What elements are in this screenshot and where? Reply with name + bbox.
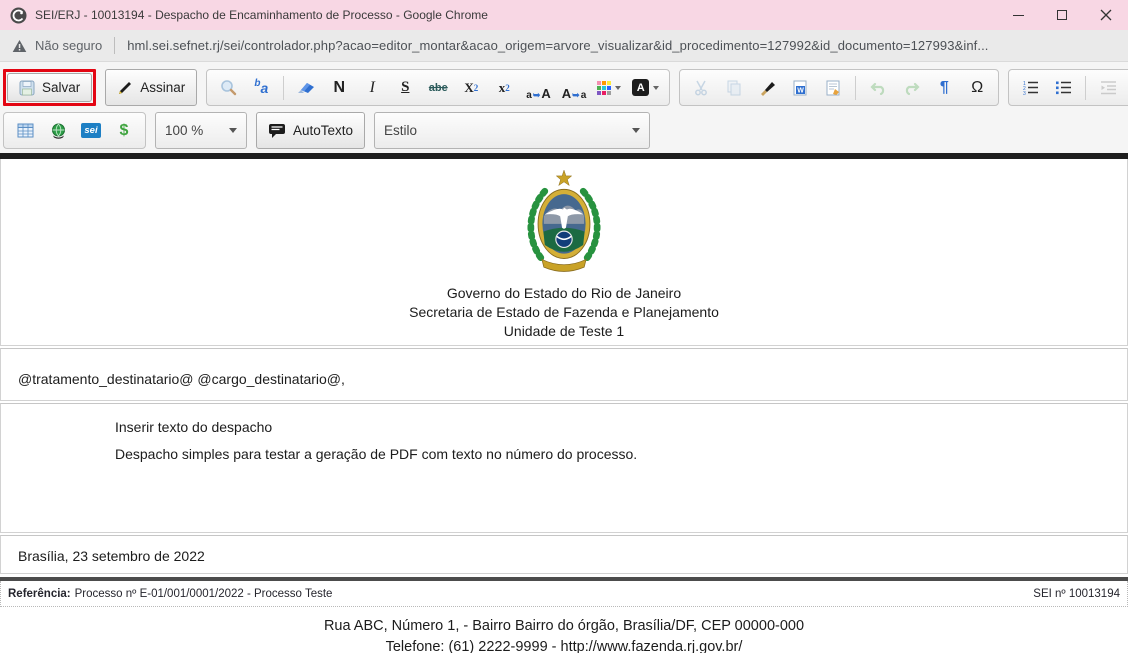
- paste-text-icon[interactable]: [822, 75, 844, 101]
- underline-button[interactable]: S: [394, 75, 416, 101]
- maximize-icon: [1057, 10, 1067, 20]
- save-annotation-box: Salvar: [3, 69, 96, 106]
- document-header-section[interactable]: Governo do Estado do Rio de Janeiro Secr…: [0, 159, 1128, 346]
- autotext-button[interactable]: AutoTexto: [256, 112, 365, 149]
- floppy-disk-icon: [19, 80, 35, 96]
- window-titlebar: SEI/ERJ - 10013194 - Despacho de Encamin…: [0, 0, 1128, 30]
- spellcheck-icon[interactable]: ba: [250, 75, 272, 101]
- date-section[interactable]: Brasília, 23 setembro de 2022: [0, 535, 1128, 574]
- numbered-list-icon[interactable]: 1 2 3: [1019, 75, 1041, 101]
- special-character-button[interactable]: Ω: [966, 75, 988, 101]
- save-label: Salvar: [42, 80, 80, 95]
- zoom-level-value: 100 %: [165, 123, 203, 138]
- not-secure-warning-icon: [12, 39, 27, 53]
- document-editor: Governo do Estado do Rio de Janeiro Secr…: [0, 159, 1128, 653]
- outdent-icon[interactable]: [1097, 75, 1119, 101]
- header-line-secretariat: Secretaria de Estado de Fazenda e Planej…: [1, 303, 1127, 322]
- currency-icon[interactable]: $: [113, 118, 135, 144]
- format-group: ba N I S abe X2 x2 a➥A A➥a: [206, 69, 670, 106]
- recipient-section[interactable]: @tratamento_destinatario@ @cargo_destina…: [0, 348, 1128, 401]
- bulleted-list-icon[interactable]: [1052, 75, 1074, 101]
- close-button[interactable]: [1084, 0, 1128, 30]
- strikethrough-button[interactable]: abe: [427, 75, 449, 101]
- chevron-down-icon: [229, 128, 237, 133]
- date-text: Brasília, 23 setembro de 2022: [18, 548, 205, 564]
- url-text[interactable]: hml.sei.sefnet.rj/sei/controlador.php?ac…: [127, 38, 988, 53]
- toolbar-divider: [283, 76, 284, 100]
- toolbar-divider: [1085, 76, 1086, 100]
- svg-text:3: 3: [1023, 91, 1026, 95]
- chevron-down-icon: [653, 86, 659, 90]
- sei-favicon: [10, 7, 27, 24]
- format-painter-icon[interactable]: [756, 75, 778, 101]
- autotext-label: AutoTexto: [293, 123, 353, 138]
- background-color-icon: A: [632, 79, 649, 96]
- window-title: SEI/ERJ - 10013194 - Despacho de Encamin…: [35, 8, 996, 22]
- body-section[interactable]: Inserir texto do despacho Despacho simpl…: [0, 403, 1128, 533]
- insert-link-globe-icon[interactable]: [47, 118, 69, 144]
- uppercase-button[interactable]: a➥A: [526, 75, 551, 101]
- address-bar[interactable]: Não seguro hml.sei.sefnet.rj/sei/control…: [0, 30, 1128, 62]
- clipboard-group: W ¶ Ω: [679, 69, 999, 106]
- chevron-down-icon: [615, 86, 621, 90]
- reference-label: Referência:: [8, 588, 71, 600]
- background-color-button[interactable]: A: [632, 75, 659, 101]
- footer-address-line: Rua ABC, Número 1, - Bairro Bairro do ór…: [0, 616, 1128, 637]
- minimize-button[interactable]: [996, 0, 1040, 30]
- sei-link-icon[interactable]: sei: [80, 118, 102, 144]
- minimize-icon: [1013, 15, 1024, 16]
- body-paragraph: Inserir texto do despacho: [115, 419, 1127, 435]
- toolbar-row-2: sei $ 100 % AutoTexto Estilo: [3, 112, 1125, 149]
- zoom-level-select[interactable]: 100 %: [155, 112, 247, 149]
- lowercase-button[interactable]: A➥a: [562, 75, 587, 101]
- text-color-button[interactable]: [597, 75, 621, 101]
- pen-icon: [117, 80, 133, 96]
- security-label[interactable]: Não seguro: [35, 38, 102, 53]
- list-group: 1 2 3: [1008, 69, 1128, 106]
- paste-from-word-icon[interactable]: W: [789, 75, 811, 101]
- color-grid-icon: [597, 81, 611, 95]
- insert-table-icon[interactable]: [14, 118, 36, 144]
- save-button[interactable]: Salvar: [7, 73, 92, 102]
- undo-icon[interactable]: [867, 75, 889, 101]
- copy-icon[interactable]: [723, 75, 745, 101]
- footer-phone-line: Telefone: (61) 2222-9999 - http://www.fa…: [0, 637, 1128, 653]
- paragraph-marks-button[interactable]: ¶: [933, 75, 955, 101]
- reference-value: Processo nº E-01/001/0001/2022 - Process…: [75, 588, 333, 600]
- reference-section[interactable]: Referência: Processo nº E-01/001/0001/202…: [0, 581, 1128, 607]
- svg-text:W: W: [797, 87, 804, 94]
- redo-icon[interactable]: [900, 75, 922, 101]
- eraser-icon[interactable]: [295, 75, 317, 101]
- header-line-unit: Unidade de Teste 1: [1, 322, 1127, 341]
- sign-button[interactable]: Assinar: [105, 69, 197, 106]
- recipient-text: @tratamento_destinatario@ @cargo_destina…: [18, 371, 345, 387]
- reference-left: Referência: Processo nº E-01/001/0001/202…: [8, 588, 332, 600]
- editor-toolbar: Salvar Assinar ba: [0, 62, 1128, 153]
- superscript-button[interactable]: x2: [493, 75, 515, 101]
- chevron-down-icon: [632, 128, 640, 133]
- bold-button[interactable]: N: [328, 75, 350, 101]
- cut-icon[interactable]: [690, 75, 712, 101]
- toolbar-row-1: Salvar Assinar ba: [3, 69, 1125, 106]
- body-paragraph: Despacho simples para testar a geração d…: [115, 446, 1127, 462]
- close-icon: [1100, 9, 1112, 21]
- zoom-search-icon[interactable]: [217, 75, 239, 101]
- rio-de-janeiro-coat-of-arms: [516, 168, 612, 276]
- toolbar-divider: [855, 76, 856, 100]
- subscript-button[interactable]: X2: [460, 75, 482, 101]
- sei-number: SEI nº 10013194: [1033, 588, 1120, 600]
- footer-address-section[interactable]: Rua ABC, Número 1, - Bairro Bairro do ór…: [0, 609, 1128, 653]
- style-value: Estilo: [384, 123, 417, 138]
- autotext-bubble-icon: [268, 123, 286, 138]
- insert-group: sei $: [3, 112, 146, 149]
- italic-button[interactable]: I: [361, 75, 383, 101]
- maximize-button[interactable]: [1040, 0, 1084, 30]
- style-select[interactable]: Estilo: [374, 112, 650, 149]
- address-separator: [114, 37, 115, 54]
- sign-label: Assinar: [140, 80, 185, 95]
- header-line-government: Governo do Estado do Rio de Janeiro: [1, 284, 1127, 303]
